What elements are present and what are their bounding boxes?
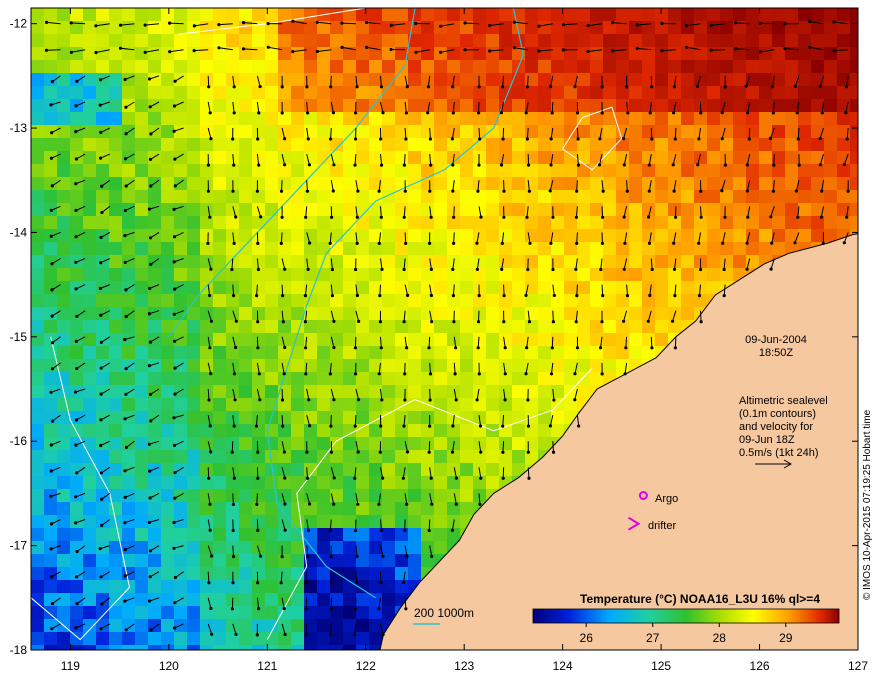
isobath-label: 200 1000m (414, 606, 474, 620)
colorbar-tick-label: 28 (713, 631, 727, 645)
date-text: 09-Jun-2004 (745, 334, 807, 346)
sealevel-legend-text: Altimetric sealevel (0.1m contours) and … (739, 395, 828, 460)
credit-text: © IMOS 10-Apr-2015 07:19:25 Hobart time (862, 409, 873, 600)
x-tick-label: 125 (651, 659, 671, 673)
legend-line: and velocity for (739, 421, 813, 433)
y-tick-label: -14 (10, 225, 28, 239)
x-tick-label: 122 (356, 659, 376, 673)
colorbar-tick-label: 27 (646, 631, 660, 645)
y-tick-label: -18 (10, 643, 28, 657)
drifter-label: drifter (648, 520, 677, 532)
y-tick-label: -16 (10, 434, 28, 448)
time-text: 18:50Z (758, 347, 794, 359)
y-tick-label: -13 (10, 121, 28, 135)
x-tick-label: 119 (61, 659, 80, 673)
date-label: 09-Jun-2004 18:50Z (740, 334, 812, 360)
x-tick-label: 124 (553, 659, 573, 673)
x-tick-label: 120 (159, 659, 179, 673)
legend-line: (0.1m contours) (739, 408, 817, 420)
legend-line: Altimetric sealevel (739, 395, 828, 407)
x-tick-label: 127 (848, 659, 868, 673)
colorbar-tick-label: 29 (779, 631, 793, 645)
argo-label: Argo (655, 493, 679, 505)
y-tick-label: -17 (10, 539, 28, 553)
x-tick-label: 121 (257, 659, 277, 673)
x-tick-label: 123 (454, 659, 474, 673)
y-tick-label: -15 (10, 330, 28, 344)
colorbar-title: Temperature (°C) NOAA16_L3U 16% ql>=4 (580, 592, 820, 606)
legend-line: 09-Jun 18Z (739, 434, 795, 446)
y-tick-label: -12 (10, 17, 28, 31)
legend-line: 0.5m/s (1kt 24h) (739, 447, 819, 459)
x-tick-label: 126 (750, 659, 770, 673)
colorbar-tick-label: 26 (580, 631, 594, 645)
